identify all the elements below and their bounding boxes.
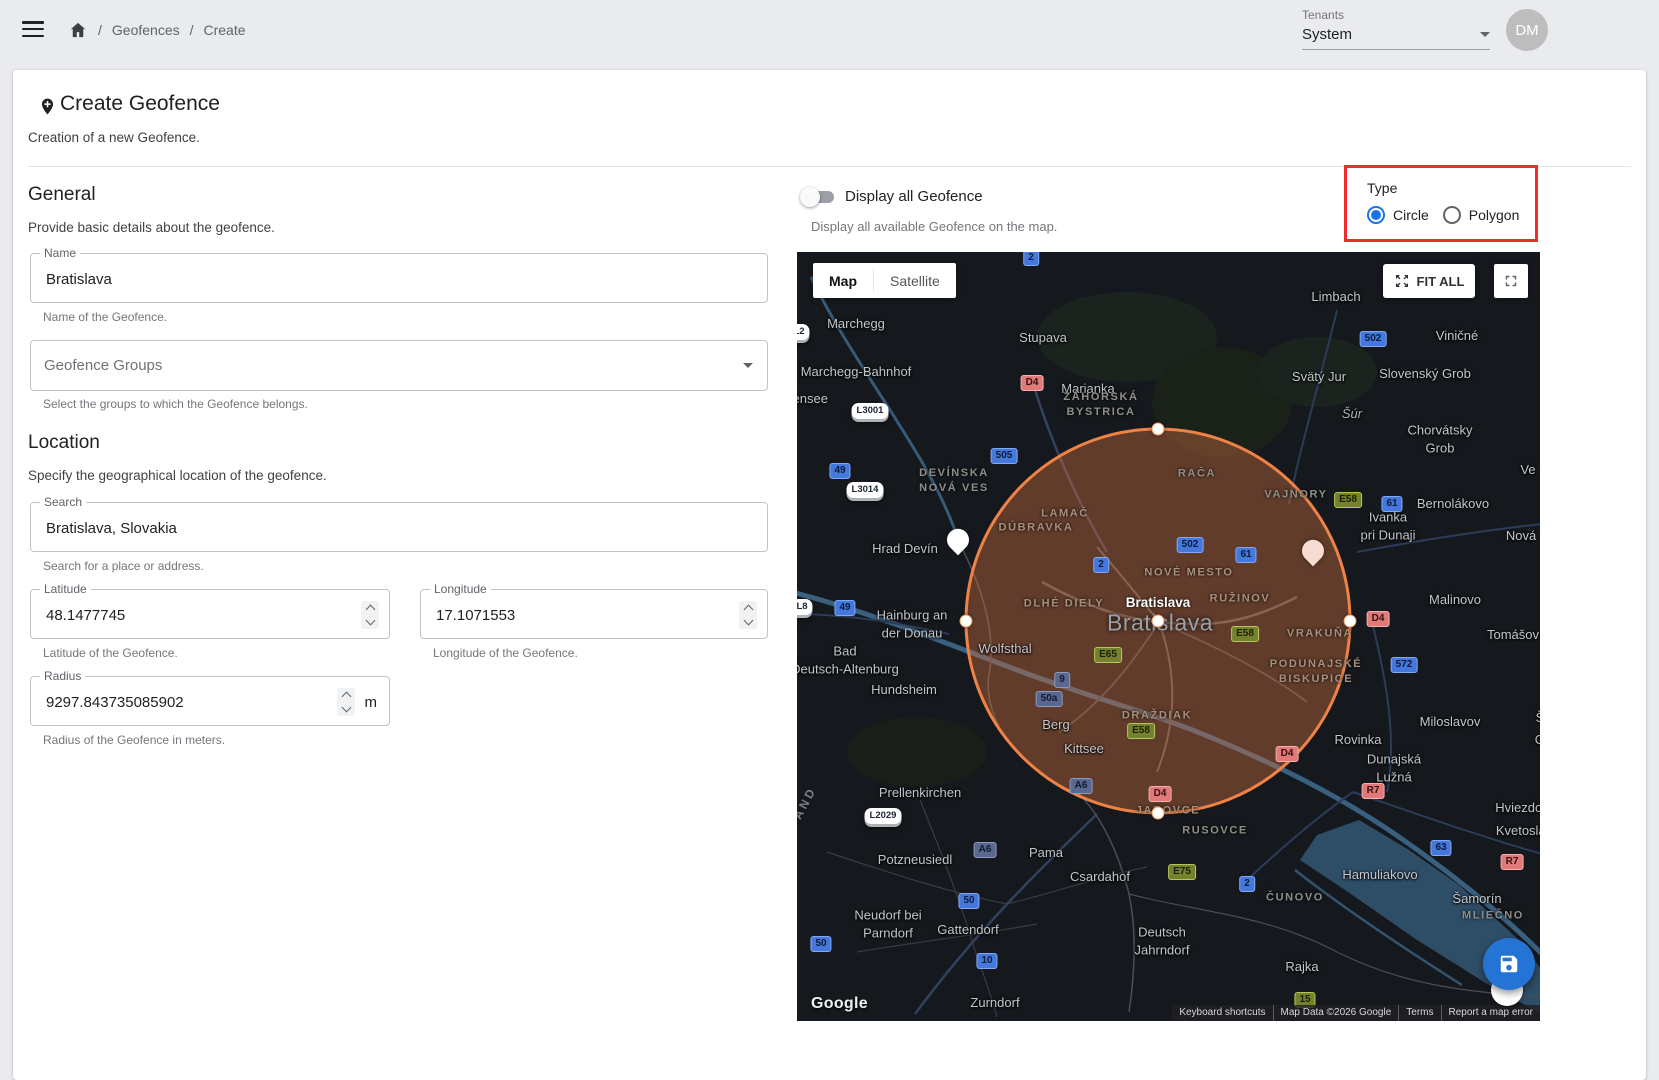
vehicle-marker[interactable]: L2029	[865, 808, 902, 824]
latitude-helper: Latitude of the Geofence.	[43, 646, 178, 660]
geofence-groups-label: Geofence Groups	[44, 357, 162, 374]
vehicle-marker[interactable]: L2	[797, 324, 810, 340]
longitude-field: Longitude	[420, 589, 768, 639]
radio-circle[interactable]	[1367, 206, 1385, 224]
map-canvas[interactable]: LimbachMarcheggStupavaViničnéMarchegg-Ba…	[797, 252, 1540, 1021]
type-label: Type	[1367, 180, 1397, 196]
create-geofence-card: Create Geofence Creation of a new Geofen…	[13, 70, 1646, 1080]
name-input[interactable]	[44, 254, 563, 304]
vehicle-marker[interactable]: L3014	[847, 482, 884, 498]
location-description: Specify the geographical location of the…	[28, 468, 327, 483]
google-logo: Google	[811, 995, 868, 1013]
breadcrumb-separator: /	[190, 22, 194, 38]
geofence-groups-select[interactable]: Geofence Groups	[30, 340, 768, 391]
display-all-geofence-toggle[interactable]	[800, 189, 836, 205]
radius-input[interactable]	[44, 677, 299, 727]
search-field: Search	[30, 502, 768, 552]
circle-handle[interactable]	[1152, 423, 1165, 436]
map-type-control: Map Satellite	[813, 263, 956, 298]
keyboard-shortcuts-link[interactable]: Keyboard shortcuts	[1172, 1005, 1272, 1021]
circle-handle[interactable]	[1152, 615, 1165, 628]
longitude-stepper[interactable]	[739, 601, 757, 629]
circle-handle[interactable]	[960, 615, 973, 628]
type-option-circle[interactable]: Circle	[1367, 206, 1429, 224]
radius-unit: m	[365, 694, 378, 711]
top-bar: / Geofences / Create Tenants System DM	[0, 0, 1659, 60]
save-button[interactable]	[1483, 938, 1535, 990]
radio-polygon[interactable]	[1443, 206, 1461, 224]
tenant-select[interactable]: System	[1302, 26, 1490, 50]
breadcrumb: / Geofences / Create	[68, 20, 246, 40]
groups-helper: Select the groups to which the Geofence …	[43, 397, 308, 411]
radius-helper: Radius of the Geofence in meters.	[43, 733, 225, 747]
chevron-down-icon	[743, 363, 753, 368]
fullscreen-button[interactable]	[1494, 264, 1528, 298]
avatar[interactable]: DM	[1506, 9, 1548, 51]
display-all-geofence-label: Display all Geofence	[845, 188, 983, 205]
chevron-down-icon	[1480, 32, 1490, 37]
longitude-input[interactable]	[434, 590, 698, 640]
map-attribution: Keyboard shortcuts Map Data ©2026 Google…	[1172, 1005, 1540, 1021]
latitude-stepper[interactable]	[361, 601, 379, 629]
general-description: Provide basic details about the geofence…	[28, 220, 275, 235]
latitude-input[interactable]	[44, 590, 317, 640]
terms-link[interactable]: Terms	[1398, 1005, 1440, 1021]
name-field: Name	[30, 253, 768, 303]
page-subtitle: Creation of a new Geofence.	[28, 130, 200, 145]
name-helper: Name of the Geofence.	[43, 310, 167, 324]
page-title: Create Geofence	[60, 92, 220, 116]
fit-all-button[interactable]: FIT ALL	[1383, 264, 1475, 298]
save-icon	[1498, 953, 1520, 975]
report-map-error-link[interactable]: Report a map error	[1441, 1005, 1540, 1021]
radius-field: Radius m	[30, 676, 390, 726]
general-heading: General	[28, 184, 96, 206]
location-heading: Location	[28, 432, 100, 454]
type-highlight-box: Type Circle Polygon	[1344, 165, 1538, 242]
fullscreen-icon	[1502, 272, 1520, 290]
radius-stepper[interactable]	[337, 688, 355, 716]
search-input[interactable]	[44, 503, 563, 553]
map-artwork	[797, 252, 1540, 1021]
vehicle-marker[interactable]: L3001	[852, 403, 889, 419]
map-type-map-button[interactable]: Map	[813, 263, 873, 298]
circle-handle[interactable]	[1344, 615, 1357, 628]
breadcrumb-create[interactable]: Create	[204, 22, 246, 38]
tenant-select-value: System	[1302, 26, 1352, 43]
zoom-out-map-icon	[1394, 273, 1410, 289]
map-type-satellite-button[interactable]: Satellite	[874, 263, 956, 298]
search-helper: Search for a place or address.	[43, 559, 204, 573]
tenants-label: Tenants	[1302, 8, 1490, 22]
menu-icon[interactable]	[22, 21, 44, 37]
circle-handle[interactable]	[1152, 807, 1165, 820]
latitude-field: Latitude	[30, 589, 390, 639]
breadcrumb-separator: /	[98, 22, 102, 38]
display-all-geofence-helper: Display all available Geofence on the ma…	[811, 219, 1057, 234]
type-option-polygon[interactable]: Polygon	[1443, 206, 1520, 224]
longitude-helper: Longitude of the Geofence.	[433, 646, 578, 660]
breadcrumb-geofences[interactable]: Geofences	[112, 22, 180, 38]
vehicle-marker[interactable]: L8	[797, 599, 813, 615]
add-location-icon	[38, 94, 57, 124]
home-icon[interactable]	[68, 20, 88, 40]
map-data-text: Map Data ©2026 Google	[1273, 1005, 1399, 1021]
